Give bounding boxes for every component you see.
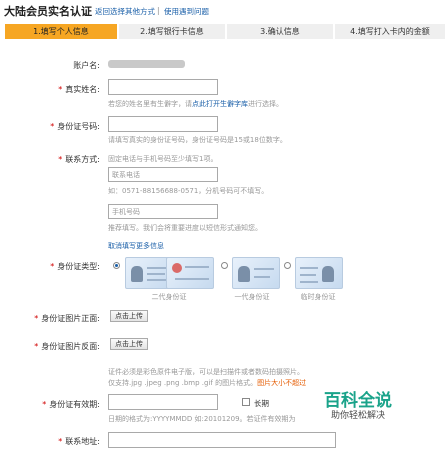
id-back-label: * 身份证图片反面: [34,342,100,351]
back-to-other-methods-link[interactable]: 返回选择其他方式 [95,6,155,17]
validity-hint: 日期的格式为:YYYYMMDD 如:20101209。若证件有效期为 [108,415,296,423]
address-input[interactable] [108,432,336,448]
validity-label: * 身份证有效期: [42,400,100,409]
step-2-bank-card: 2.填写银行卡信息 [119,24,225,39]
id-type-radio-first-gen[interactable] [221,262,228,269]
phone-hint: 如：0571-88156688-0571，分机号码可不填写。 [108,187,269,195]
help-problem-link[interactable]: 使用遇到问题 [164,6,209,17]
long-term-checkbox[interactable] [242,398,250,406]
contact-hint: 固定电话与手机号码至少填写1项。 [108,155,218,163]
upload-back-button[interactable]: 点击上传 [110,338,148,350]
step-4-amount: 4.填写打入卡内的金额 [335,24,445,39]
id-number-hint: 请填写真实的身份证号码，身份证号码是15或18位数字。 [108,136,287,144]
page-title: 大陆会员实名认证 [4,5,92,18]
step-3-confirm: 3.确认信息 [227,24,333,39]
temporary-id-card-image [295,257,343,289]
second-gen-caption: 二代身份证 [151,293,187,301]
id-type-radio-second-gen[interactable] [113,262,120,269]
step-1-personal-info: 1.填写个人信息 [5,24,117,39]
validity-input[interactable] [108,394,218,410]
real-name-label: * 真实姓名: [58,85,100,94]
contact-label: * 联系方式: [58,155,100,164]
id-type-radio-temporary[interactable] [284,262,291,269]
id-number-label: * 身份证号码: [50,122,100,131]
upload-front-button[interactable]: 点击上传 [110,310,148,322]
second-gen-id-card-back-image [166,257,214,289]
mobile-input[interactable]: 手机号码 [108,204,218,219]
mobile-hint: 推荐填写。我们会将重要进度以短信形式通知您。 [108,224,262,232]
temporary-caption: 临时身份证 [300,293,336,301]
account-label: 账户名: [73,61,100,70]
real-name-hint: 若您的姓名里有生僻字，请点此打开生僻字库进行选择。 [108,100,283,108]
address-label: * 联系地址: [58,437,100,446]
first-gen-caption: 一代身份证 [234,293,270,301]
upload-hint-line2: 仅支持.jpg .jpeg .png .bmp .gif 的图片格式。图片大小不… [108,379,307,387]
progress-steps: 1.填写个人信息 2.填写银行卡信息 3.确认信息 4.填写打入卡内的金额 [5,24,445,39]
id-front-label: * 身份证图片正面: [34,314,100,323]
long-term-label: 长期 [254,399,269,408]
rare-char-link[interactable]: 点此打开生僻字库 [192,100,248,108]
phone-input[interactable]: 联系电话 [108,167,218,182]
header-divider: | [157,6,160,15]
account-value-redacted [108,60,185,68]
real-name-input[interactable] [108,79,218,95]
id-type-label: * 身份证类型: [50,262,100,271]
first-gen-id-card-image [232,257,280,289]
watermark-slogan: 助你轻松解决 [331,411,386,421]
upload-hint-line1: 证件必须是彩色原件电子版，可以是扫描件或者数码拍摄照片。 [108,368,304,376]
id-number-input[interactable] [108,116,218,132]
cancel-more-info-link[interactable]: 取消填写更多信息 [108,241,164,251]
